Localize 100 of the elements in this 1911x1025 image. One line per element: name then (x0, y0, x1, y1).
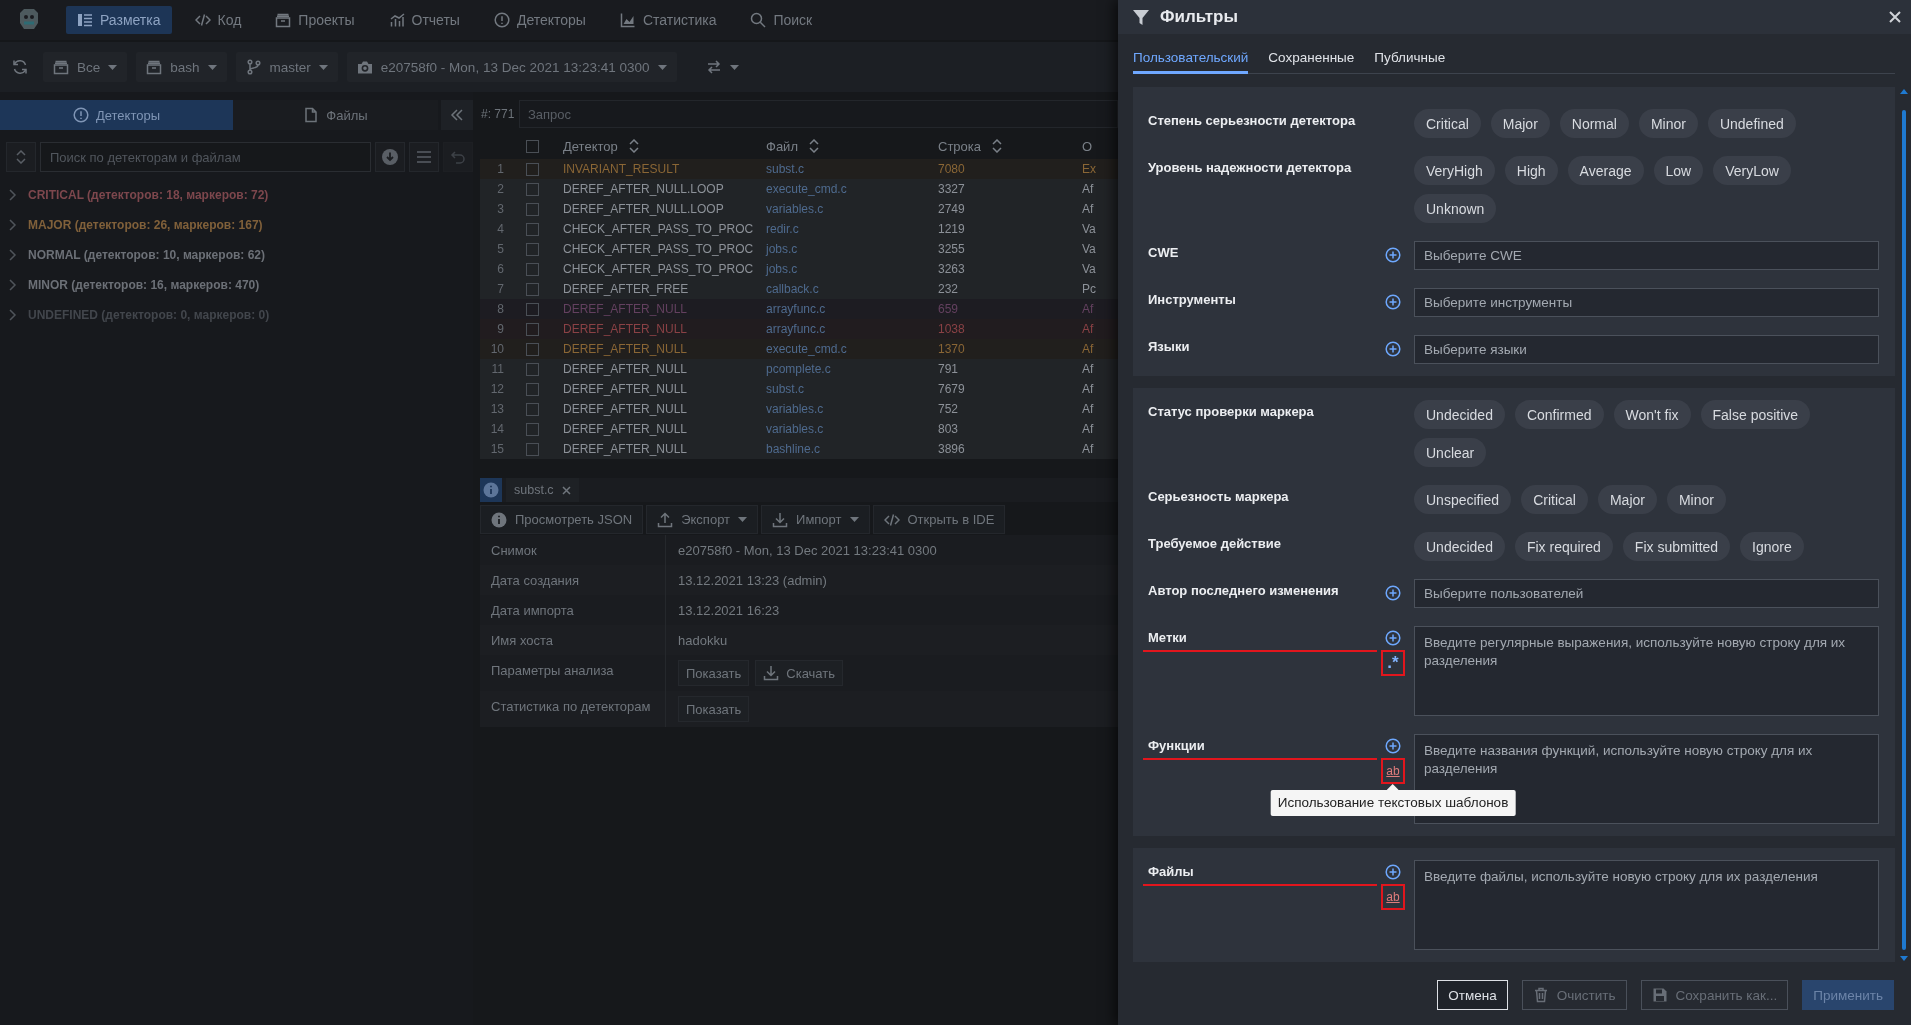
filter-chip[interactable]: Minor (1666, 485, 1726, 514)
dropdown[interactable]: e20758f0 - Mon, 13 Dec 2021 13:23:41 0300 (346, 52, 677, 82)
dropdown[interactable]: bash (136, 52, 227, 82)
scroll-up-icon[interactable] (1900, 89, 1908, 94)
select-field[interactable]: Выберите пользователей (1414, 579, 1879, 608)
checkbox[interactable] (526, 282, 539, 296)
filter-chip[interactable]: VeryLow (1713, 156, 1791, 185)
column-header[interactable]: Файл (766, 138, 798, 154)
filter-chip[interactable]: False positive (1700, 400, 1811, 429)
filter-chip[interactable]: Minor (1638, 109, 1698, 138)
download-button[interactable] (375, 142, 406, 172)
dropdown[interactable]: Все (43, 52, 128, 82)
filter-chip[interactable]: Normal (1559, 109, 1629, 138)
nav-tab[interactable]: Статистика (608, 6, 728, 34)
panel-tab[interactable]: Детекторы (0, 100, 233, 130)
file-link[interactable]: arrayfunc.c (766, 302, 826, 316)
column-header[interactable]: О (1082, 138, 1093, 154)
column-header[interactable]: Строка (938, 138, 981, 154)
nav-tab[interactable]: Разметка (66, 6, 172, 34)
toolbar-button[interactable]: Просмотреть JSON (480, 505, 644, 534)
file-tab[interactable]: subst.c (506, 478, 579, 502)
filter-chip[interactable]: Major (1490, 109, 1550, 138)
filter-tab[interactable]: Пользовательский (1133, 44, 1249, 74)
tree-item[interactable]: MINOR (детекторов: 16, маркеров: 470) (28, 278, 260, 292)
file-link[interactable]: variables.c (766, 422, 824, 436)
undo-button[interactable] (443, 142, 473, 172)
add-icon[interactable] (1385, 864, 1401, 880)
info-button[interactable] (480, 478, 502, 502)
nav-tab[interactable]: Проекты (264, 6, 366, 34)
checkbox[interactable] (526, 202, 539, 216)
nav-tab[interactable]: Отчеты (377, 6, 471, 34)
search-field[interactable]: Поиск по детекторам и файлам (39, 142, 372, 172)
file-link[interactable]: redir.c (766, 222, 799, 236)
nav-tab[interactable]: Поиск (739, 6, 824, 34)
chevron-icon[interactable] (8, 309, 17, 321)
text-area[interactable]: Введите регулярные выражения, используйте новую строку для их разделения (1414, 626, 1879, 716)
checkbox[interactable] (526, 162, 539, 176)
chevron-icon[interactable] (8, 189, 17, 201)
filter-chip[interactable]: Low (1653, 156, 1704, 185)
filter-chip[interactable]: Unspecified (1414, 485, 1512, 514)
tree-item[interactable]: NORMAL (детекторов: 10, маркеров: 62) (28, 248, 265, 262)
close-icon[interactable] (561, 485, 571, 495)
filter-chip[interactable]: Confirmed (1514, 400, 1604, 429)
text-template-toggle[interactable]: ab (1381, 884, 1405, 910)
file-link[interactable]: subst.c (766, 382, 804, 396)
footer-button[interactable]: Отмена (1437, 980, 1508, 1010)
file-link[interactable]: variables.c (766, 402, 824, 416)
file-link[interactable]: bashline.c (766, 442, 821, 456)
checkbox[interactable] (526, 342, 539, 356)
filter-chip[interactable]: VeryHigh (1414, 156, 1495, 185)
file-link[interactable]: callback.c (766, 282, 819, 296)
file-link[interactable]: execute_cmd.c (766, 182, 847, 196)
chevron-icon[interactable] (8, 219, 17, 231)
scrollbar-thumb[interactable] (1902, 110, 1906, 950)
filter-chip[interactable]: Fix required (1514, 532, 1613, 561)
checkbox[interactable] (526, 402, 539, 416)
file-link[interactable]: pcomplete.c (766, 362, 831, 376)
file-link[interactable]: execute_cmd.c (766, 342, 847, 356)
filter-chip[interactable]: Fix submitted (1622, 532, 1731, 561)
query-field[interactable]: Запрос (519, 100, 1118, 128)
refresh-icon[interactable] (12, 59, 28, 75)
filter-chip[interactable]: Critical (1521, 485, 1588, 514)
tree-item[interactable]: CRITICAL (детекторов: 18, маркеров: 72) (28, 188, 269, 202)
small-button[interactable]: Показать (678, 660, 750, 686)
sort-icon[interactable] (807, 139, 820, 153)
checkbox[interactable] (526, 382, 539, 396)
toolbar-button[interactable]: Открыть в IDE (872, 505, 1006, 534)
small-button[interactable]: Скачать (755, 660, 843, 686)
checkbox[interactable] (526, 139, 539, 153)
checkbox[interactable] (526, 242, 539, 256)
sort-icon[interactable] (627, 139, 640, 153)
filter-chip[interactable]: High (1504, 156, 1558, 185)
toolbar-button[interactable]: Импорт (761, 505, 870, 534)
filter-chip[interactable]: Unknown (1414, 194, 1497, 223)
checkbox[interactable] (526, 442, 539, 456)
file-link[interactable]: variables.c (766, 202, 824, 216)
checkbox[interactable] (526, 302, 539, 316)
filter-tab[interactable]: Публичные (1374, 44, 1446, 74)
filter-chip[interactable]: Critical (1414, 109, 1481, 138)
scroll-down-icon[interactable] (1900, 956, 1908, 961)
regex-toggle[interactable]: .* (1381, 650, 1405, 676)
small-button[interactable]: Показать (678, 696, 750, 722)
text-template-toggle[interactable]: ab (1381, 758, 1405, 784)
filter-chip[interactable]: Ignore (1740, 532, 1804, 561)
filter-chip[interactable]: Major (1597, 485, 1657, 514)
file-link[interactable]: jobs.c (766, 262, 798, 276)
sort-icon[interactable] (991, 139, 1003, 153)
checkbox[interactable] (526, 422, 539, 436)
add-icon[interactable] (1385, 585, 1401, 601)
checkbox[interactable] (526, 262, 539, 276)
add-icon[interactable] (1385, 738, 1401, 754)
sort-button[interactable] (6, 142, 36, 172)
dropdown[interactable]: master (235, 52, 338, 82)
checkbox[interactable] (526, 222, 539, 236)
add-icon[interactable] (1385, 247, 1401, 263)
file-link[interactable]: arrayfunc.c (766, 322, 826, 336)
checkbox[interactable] (526, 362, 539, 376)
add-icon[interactable] (1385, 630, 1401, 646)
checkbox[interactable] (526, 322, 539, 336)
chevron-icon[interactable] (8, 249, 17, 261)
